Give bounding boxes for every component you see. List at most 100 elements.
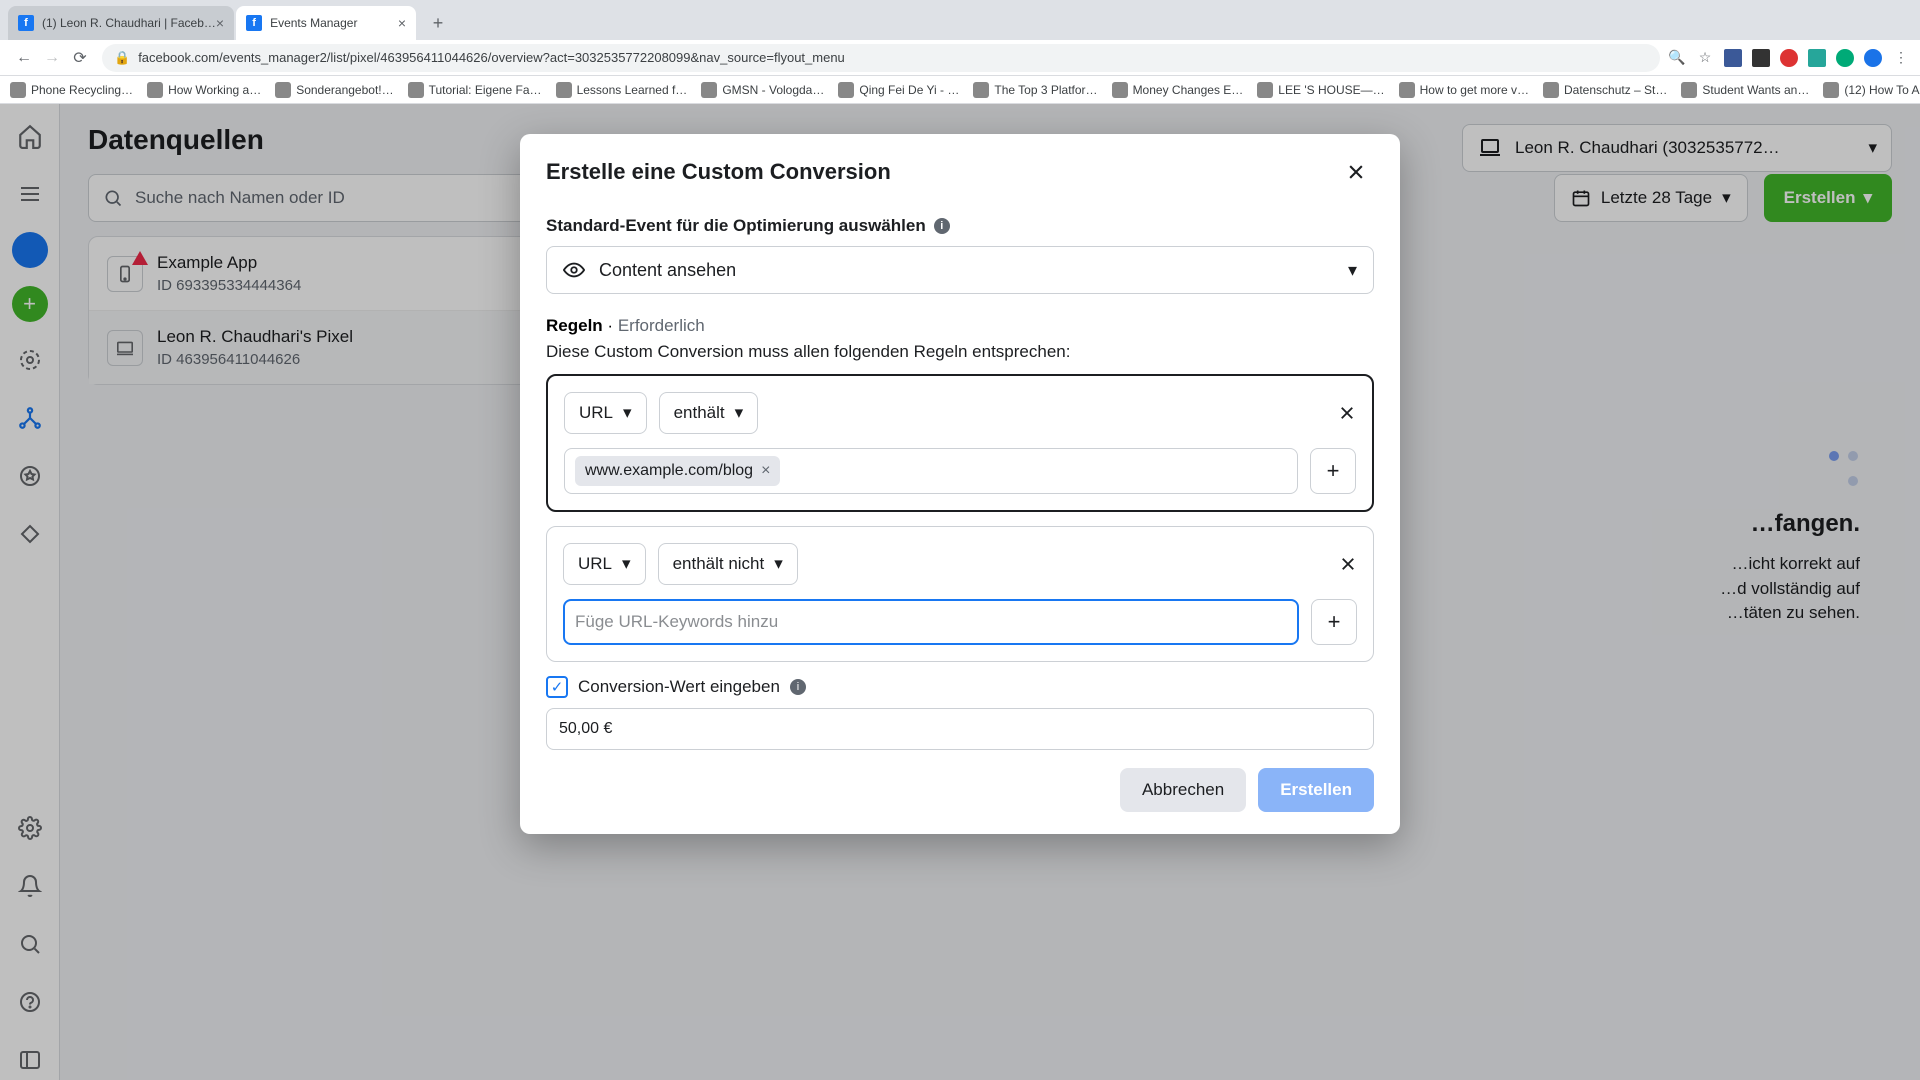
close-icon[interactable]: × <box>216 15 224 31</box>
info-icon[interactable]: i <box>790 679 806 695</box>
extension-icon[interactable] <box>1808 49 1826 67</box>
bookmark-icon <box>147 82 163 98</box>
star-icon[interactable]: ☆ <box>1696 49 1714 67</box>
browser-tab-0[interactable]: f (1) Leon R. Chaudhari | Faceb… × <box>8 6 234 40</box>
bookmark-item[interactable]: Sonderangebot!… <box>275 82 393 98</box>
rules-label: Regeln <box>546 316 603 335</box>
facebook-favicon-icon: f <box>246 15 262 31</box>
bookmark-icon <box>10 82 26 98</box>
forward-icon[interactable]: → <box>38 44 66 72</box>
modal-title: Erstelle eine Custom Conversion <box>546 159 891 185</box>
bookmark-icon <box>408 82 424 98</box>
rule-operator-selector[interactable]: enthält ▾ <box>659 392 759 434</box>
bookmark-label: How Working a… <box>168 83 261 97</box>
bookmark-icon <box>1257 82 1273 98</box>
bookmarks-bar: Phone Recycling… How Working a… Sonderan… <box>0 76 1920 104</box>
bookmark-label: Phone Recycling… <box>31 83 133 97</box>
cancel-label: Abbrechen <box>1142 780 1224 800</box>
rule-selectors: URL ▾ enthält ▾ <box>564 392 1356 434</box>
bookmark-item[interactable]: GMSN - Vologda… <box>701 82 824 98</box>
standard-event-selector[interactable]: Content ansehen ▾ <box>546 246 1374 294</box>
bookmark-label: Money Changes E… <box>1133 83 1244 97</box>
bookmark-item[interactable]: LEE 'S HOUSE—… <box>1257 82 1384 98</box>
checkbox-checked-icon[interactable]: ✓ <box>546 676 568 698</box>
bookmark-item[interactable]: (12) How To Add A… <box>1823 82 1920 98</box>
bookmark-item[interactable]: Student Wants an… <box>1681 82 1809 98</box>
bookmark-label: (12) How To Add A… <box>1844 83 1920 97</box>
bookmark-item[interactable]: Tutorial: Eigene Fa… <box>408 82 542 98</box>
chevron-down-icon: ▾ <box>622 554 631 574</box>
remove-rule-button[interactable] <box>1339 555 1357 573</box>
conversion-value-input[interactable] <box>546 708 1374 750</box>
url-keyword-input[interactable] <box>563 599 1299 645</box>
rule-field-selector[interactable]: URL ▾ <box>564 392 647 434</box>
bookmark-label: Student Wants an… <box>1702 83 1809 97</box>
add-keyword-button[interactable]: + <box>1311 599 1357 645</box>
reload-icon[interactable]: ⟳ <box>66 44 94 72</box>
rule-operator-selector[interactable]: enthält nicht ▾ <box>658 543 798 585</box>
remove-rule-button[interactable] <box>1338 404 1356 422</box>
bookmark-item[interactable]: How Working a… <box>147 82 261 98</box>
bookmark-label: The Top 3 Platfor… <box>994 83 1097 97</box>
bookmark-icon <box>1399 82 1415 98</box>
bookmark-item[interactable]: The Top 3 Platfor… <box>973 82 1097 98</box>
extension-icon[interactable] <box>1836 49 1854 67</box>
browser-tab-1[interactable]: f Events Manager × <box>236 6 416 40</box>
eye-icon <box>563 262 585 278</box>
extension-icon[interactable] <box>1780 49 1798 67</box>
close-icon[interactable]: × <box>398 15 406 31</box>
extension-icon[interactable] <box>1752 49 1770 67</box>
rule-input-row: + <box>563 599 1357 645</box>
bookmark-item[interactable]: Money Changes E… <box>1112 82 1244 98</box>
keyword-text-input[interactable] <box>575 612 1287 632</box>
bookmark-item[interactable]: Qing Fei De Yi - … <box>838 82 959 98</box>
lock-icon: 🔒 <box>114 50 130 66</box>
info-icon[interactable]: i <box>934 218 950 234</box>
rule-block-2: URL ▾ enthält nicht ▾ <box>546 526 1374 662</box>
remove-chip-button[interactable]: × <box>761 462 770 480</box>
close-button[interactable] <box>1338 154 1374 190</box>
chevron-down-icon: ▾ <box>623 403 632 423</box>
submit-button[interactable]: Erstellen <box>1258 768 1374 812</box>
bookmark-icon <box>1823 82 1839 98</box>
menu-icon[interactable]: ⋮ <box>1892 49 1910 67</box>
bookmark-item[interactable]: Phone Recycling… <box>10 82 133 98</box>
back-icon[interactable]: ← <box>10 44 38 72</box>
rule-input-row: www.example.com/blog × + <box>564 448 1356 494</box>
page: + Leon R. Chaudhari (3032535772… ▾ Daten… <box>0 104 1920 1080</box>
bookmark-label: Sonderangebot!… <box>296 83 393 97</box>
bookmark-icon <box>701 82 717 98</box>
bookmark-icon <box>1112 82 1128 98</box>
bookmark-item[interactable]: Lessons Learned f… <box>556 82 688 98</box>
bookmark-item[interactable]: How to get more v… <box>1399 82 1529 98</box>
submit-label: Erstellen <box>1280 780 1352 800</box>
cancel-button[interactable]: Abbrechen <box>1120 768 1246 812</box>
bookmark-icon <box>1681 82 1697 98</box>
profile-icon[interactable] <box>1864 49 1882 67</box>
rules-description: Diese Custom Conversion muss allen folge… <box>546 342 1374 362</box>
modal-overlay: Erstelle eine Custom Conversion Standard… <box>0 104 1920 1080</box>
bookmark-item[interactable]: Datenschutz – St… <box>1543 82 1667 98</box>
operator-value: enthält <box>674 403 725 423</box>
url-field[interactable]: 🔒 facebook.com/events_manager2/list/pixe… <box>102 44 1660 72</box>
label-text: Standard-Event für die Optimierung auswä… <box>546 216 926 236</box>
new-tab-button[interactable]: + <box>424 9 452 37</box>
bookmark-label: GMSN - Vologda… <box>722 83 824 97</box>
close-icon <box>1339 555 1357 573</box>
add-keyword-button[interactable]: + <box>1310 448 1356 494</box>
bookmark-label: LEE 'S HOUSE—… <box>1278 83 1384 97</box>
bookmark-icon <box>1543 82 1559 98</box>
rule-field-selector[interactable]: URL ▾ <box>563 543 646 585</box>
bookmark-label: How to get more v… <box>1420 83 1529 97</box>
custom-conversion-modal: Erstelle eine Custom Conversion Standard… <box>520 134 1400 834</box>
modal-body: Standard-Event für die Optimierung auswä… <box>520 206 1400 768</box>
browser-extensions: 🔍 ☆ ⋮ <box>1668 49 1910 67</box>
zoom-icon[interactable]: 🔍 <box>1668 49 1686 67</box>
chevron-down-icon: ▾ <box>774 554 783 574</box>
operator-value: enthält nicht <box>673 554 765 574</box>
extension-icon[interactable] <box>1724 49 1742 67</box>
chip-label: www.example.com/blog <box>585 462 753 480</box>
url-keyword-input[interactable]: www.example.com/blog × <box>564 448 1298 494</box>
conversion-value-toggle[interactable]: ✓ Conversion-Wert eingeben i <box>546 676 1374 698</box>
field-value: URL <box>578 554 612 574</box>
